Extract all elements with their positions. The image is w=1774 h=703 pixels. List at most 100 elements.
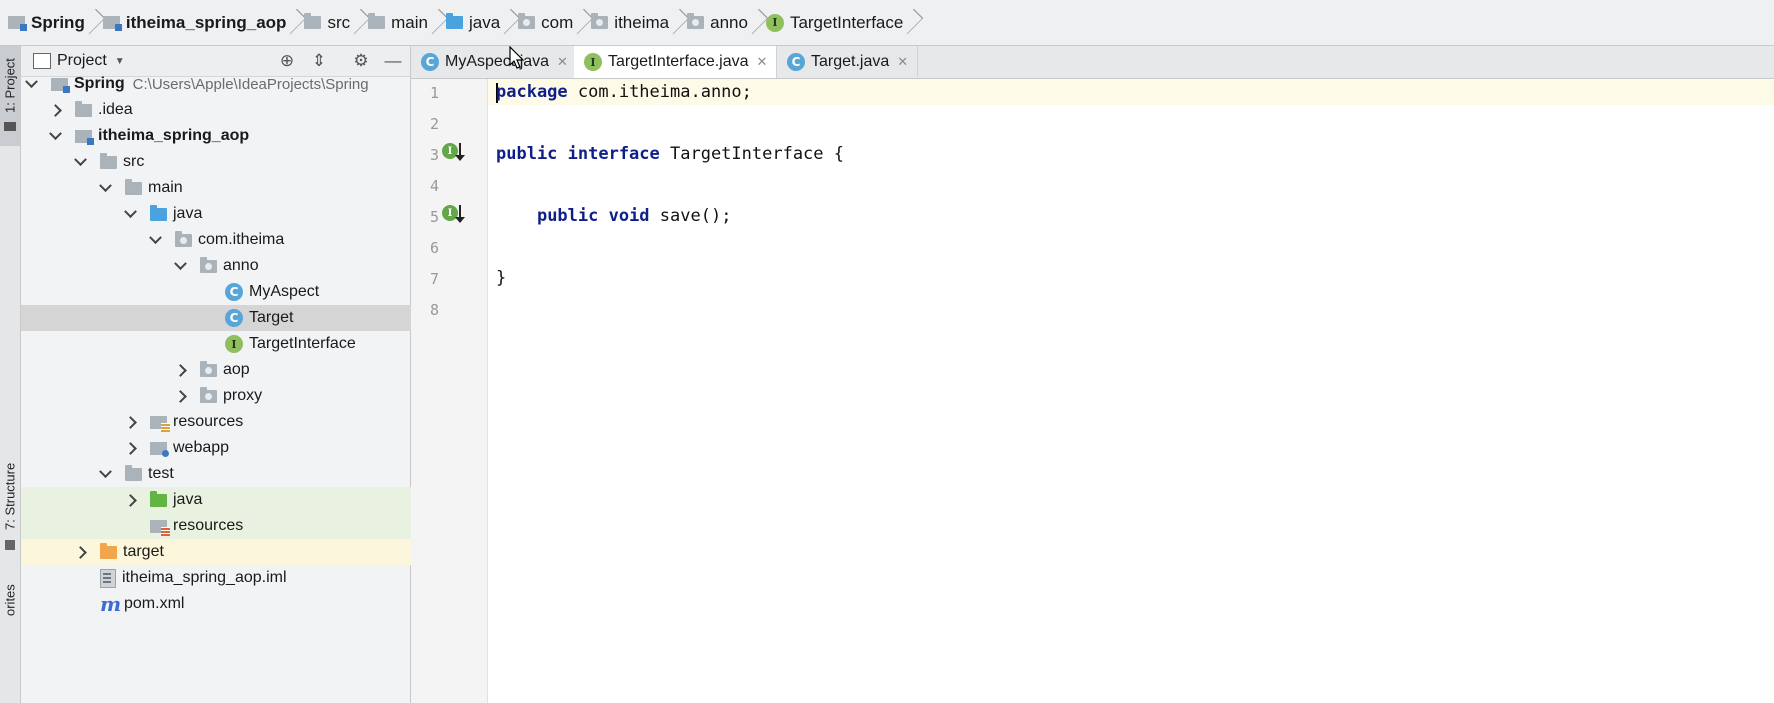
chevron-down-icon[interactable] [123,204,137,220]
class-icon: C [225,309,243,327]
tree-node-target-folder[interactable]: target [21,539,463,565]
project-tool-label: 1: Project [2,58,18,114]
breadcrumb-anno[interactable]: anno [679,0,758,45]
tab-target[interactable]: C Target.java ✕ [777,46,918,77]
tab-myaspect[interactable]: C MyAspect.java ✕ [411,46,575,77]
package-icon [200,256,217,273]
tree-node-src[interactable]: src [21,149,463,175]
chevron-down-icon[interactable] [173,256,187,272]
chevron-right-icon[interactable] [123,441,137,455]
code-editor[interactable]: package com.itheima.anno; public interfa… [488,79,1774,703]
source-folder-icon [445,13,463,29]
breadcrumb-itheima[interactable]: itheima [583,0,679,45]
module-folder-icon [8,16,27,31]
package-icon [518,13,536,29]
collapse-all-icon[interactable]: ⇕ [309,51,329,71]
module-folder-icon [102,16,122,31]
chevron-right-icon[interactable] [48,103,62,117]
code-line-3: public interface TargetInterface { [496,144,844,164]
class-icon: C [421,52,439,71]
maven-icon: m [100,592,122,616]
close-icon[interactable]: ✕ [897,54,908,70]
chevron-right-icon[interactable] [123,493,137,507]
tree-node-spring[interactable]: Spring C:\Users\Apple\IdeaProjects\Sprin… [21,71,414,97]
chevron-down-icon[interactable] [48,126,62,142]
line-number: 2 [429,115,439,133]
package-icon [175,230,192,247]
excluded-folder-icon [100,542,117,559]
test-folder-icon [150,490,167,507]
breadcrumb-main[interactable]: main [360,0,438,45]
line-number: 4 [429,177,439,195]
folder-icon [4,122,16,131]
folder-icon [125,178,142,195]
editor-tab-bar: C MyAspect.java ✕ I TargetInterface.java… [411,46,1774,79]
close-icon[interactable]: ✕ [757,54,768,70]
tab-targetinterface[interactable]: I TargetInterface.java ✕ [574,46,777,78]
tree-node-itheima-spring-aop[interactable]: itheima_spring_aop [21,123,438,149]
interface-icon: I [225,335,243,353]
implemented-marker-icon[interactable]: I [442,143,465,161]
project-tool-button[interactable]: 1: Project [0,46,20,146]
left-tool-strip: 1: Project 7: Structure orites [0,46,21,703]
code-line-5: public void save(); [536,206,732,226]
close-icon[interactable]: ✕ [557,54,568,70]
code-line-7: } [496,268,507,288]
line-number: 6 [429,239,439,257]
code-line-1: package com.itheima.anno; [496,82,752,102]
folder-icon [368,13,386,29]
chevron-down-icon[interactable] [98,178,112,194]
mouse-pointer-icon [509,46,525,69]
interface-icon: I [584,53,602,71]
source-folder-icon [150,204,167,221]
breadcrumb-targetinterface[interactable]: I TargetInterface [758,0,913,45]
chevron-down-icon[interactable] [148,230,162,246]
project-panel: Project ▼ ⊕ ⇕ ⚙ — Spring C:\Users\Apple\… [21,46,588,703]
chevron-right-icon[interactable] [173,389,187,403]
implemented-marker-icon[interactable]: I [442,205,465,223]
locate-icon[interactable]: ⊕ [277,51,297,71]
folder-icon [75,100,92,117]
folder-icon [100,152,117,169]
line-number: 5 [429,208,439,226]
web-folder-icon [150,441,169,457]
tree-node-idea[interactable]: .idea [21,97,438,123]
breadcrumb-com[interactable]: com [510,0,583,45]
resources-folder-icon [150,415,170,432]
class-icon: C [225,283,243,301]
structure-tool-button[interactable]: 7: Structure [0,456,20,556]
line-number: 7 [429,270,439,288]
chevron-down-icon[interactable] [73,152,87,168]
chevron-right-icon[interactable] [123,415,137,429]
navigation-breadcrumb: Spring itheima_spring_aop src main java … [0,0,1774,46]
breadcrumb-itheima-spring-aop[interactable]: itheima_spring_aop [95,0,297,45]
package-icon [687,13,705,29]
module-folder-icon [51,77,70,93]
interface-icon: I [765,13,784,32]
favorites-tool-button[interactable]: orites [0,576,20,626]
chevron-down-icon[interactable]: ▼ [115,56,125,67]
structure-tool-label: 7: Structure [2,462,18,530]
chevron-right-icon[interactable] [173,363,187,377]
breadcrumb-java[interactable]: java [438,0,510,45]
folder-icon [304,13,322,29]
hide-icon[interactable]: — [383,51,403,71]
line-number: 1 [429,84,439,102]
package-icon [200,386,217,403]
gear-icon[interactable]: ⚙ [351,51,371,71]
class-icon: C [787,52,805,71]
structure-icon [5,540,15,550]
tree-node-pom[interactable]: m pom.xml [21,591,463,617]
breadcrumb-spring[interactable]: Spring [0,0,95,45]
file-icon [100,568,116,588]
chevron-down-icon[interactable] [24,74,38,90]
package-icon [591,13,609,29]
folder-icon [125,464,142,481]
breadcrumb-src[interactable]: src [296,0,360,45]
tree-node-iml-file[interactable]: itheima_spring_aop.iml [21,565,463,591]
test-resources-folder-icon [150,519,170,536]
chevron-down-icon[interactable] [98,464,112,480]
project-panel-title[interactable]: Project [57,52,107,70]
favorites-tool-label: orites [2,584,18,616]
chevron-right-icon[interactable] [73,545,87,559]
